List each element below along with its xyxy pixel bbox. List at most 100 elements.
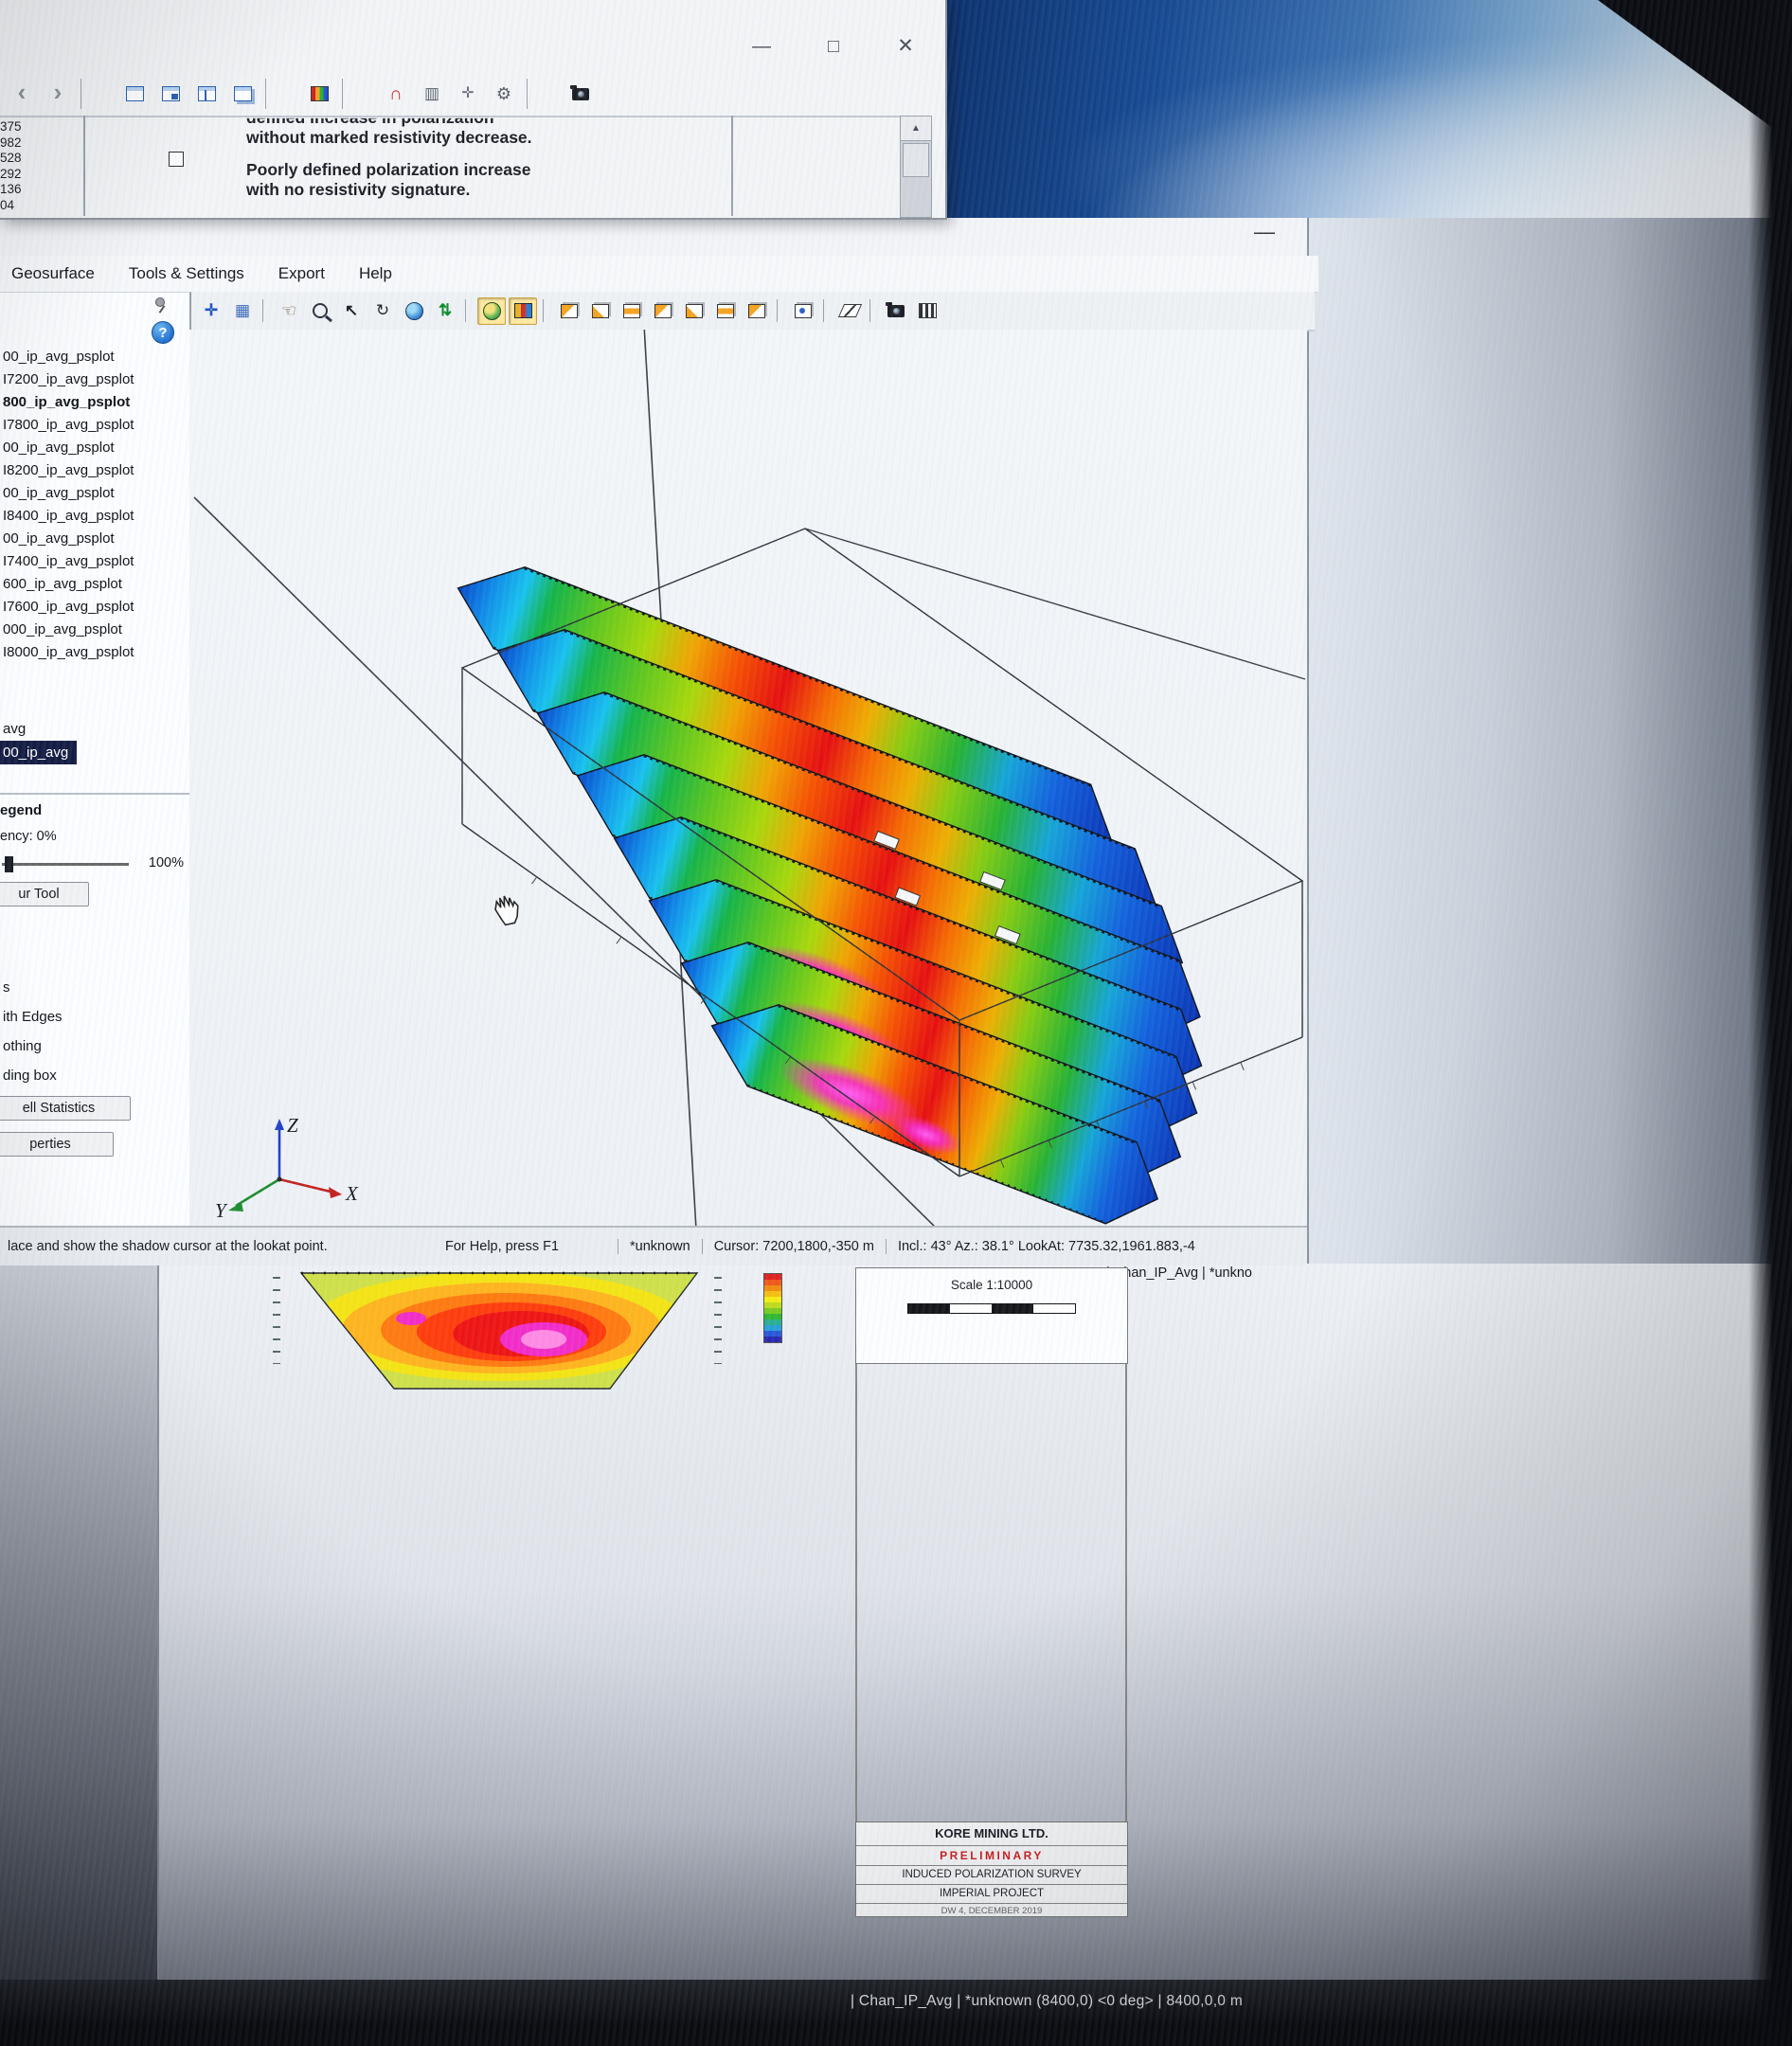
icon-glyph <box>717 303 734 318</box>
magnet-snap-icon[interactable] <box>380 78 412 110</box>
display-option[interactable]: s <box>0 973 63 1002</box>
group-item[interactable]: avg <box>0 717 26 741</box>
toolbar-separator <box>265 79 296 109</box>
close-button[interactable]: ✕ <box>888 32 923 61</box>
voxel-isosurface-icon[interactable] <box>743 297 771 325</box>
tree-item[interactable]: I7600_ip_avg_psplot <box>0 596 189 619</box>
help-icon[interactable]: ? <box>152 321 174 344</box>
voxel-chair-cut-icon[interactable] <box>680 297 708 325</box>
tree-item[interactable]: 600_ip_avg_psplot <box>0 573 189 596</box>
snapshot-camera-icon[interactable] <box>564 78 597 110</box>
window-tile-icon[interactable] <box>190 78 223 110</box>
tree-item[interactable]: 00_ip_avg_psplot <box>0 528 189 550</box>
tree-item[interactable]: I7800_ip_avg_psplot <box>0 414 189 437</box>
contour-tool-button[interactable]: ur Tool <box>0 882 89 906</box>
icon-glyph <box>205 302 218 319</box>
report-text-cut: defined increase in polarization <box>246 108 494 127</box>
voxel-slice-east-icon[interactable] <box>586 297 615 325</box>
slider-track[interactable] <box>2 863 129 866</box>
tree-item[interactable]: 800_ip_avg_psplot <box>0 391 189 414</box>
nav-back-icon[interactable] <box>6 78 38 110</box>
animation-film-icon[interactable] <box>913 297 941 325</box>
select-lasso-icon[interactable] <box>368 297 397 325</box>
report-text-block: defined increase in polarization without… <box>246 108 725 200</box>
voxel-shell-icon[interactable] <box>711 297 740 325</box>
shadow-cursor-icon[interactable] <box>197 297 225 325</box>
page-layout-icon[interactable] <box>228 297 257 325</box>
scale-bar <box>907 1303 1076 1314</box>
toolbar-separator <box>823 299 830 322</box>
fence-diagram-svg: Z X Y <box>193 324 1306 1230</box>
window-new-icon[interactable] <box>154 78 187 110</box>
tree-item[interactable]: I8200_ip_avg_psplot <box>0 459 189 482</box>
voxel-box-icon[interactable] <box>555 297 583 325</box>
scale-panel: Scale 1:10000 <box>855 1267 1128 1364</box>
sheet-frame-line <box>1125 1364 1127 1822</box>
snapshot-camera-icon[interactable] <box>882 297 910 325</box>
window-map-icon[interactable] <box>118 78 151 110</box>
scroll-up-arrow-icon[interactable]: ▲ <box>901 117 931 141</box>
voxel-slice-north-icon[interactable] <box>618 297 646 325</box>
scrollbar[interactable]: ▲ <box>900 116 932 218</box>
properties-button[interactable]: perties <box>0 1132 114 1157</box>
voxel-slice-depth-icon[interactable] <box>649 297 677 325</box>
status-view-orientation: Incl.: 43° Az.: 38.1° LookAt: 7735.32,19… <box>885 1239 1307 1254</box>
add-marker-icon[interactable] <box>452 78 484 110</box>
report-checkbox[interactable] <box>169 152 184 167</box>
bottom-status-strip: | Chan_IP_Avg | *unknown (8400,0) <0 deg… <box>0 1980 1792 2046</box>
select-marquee-icon[interactable] <box>337 297 366 325</box>
menu-item[interactable]: Help <box>359 264 392 283</box>
3d-fence-view[interactable]: Z X Y <box>189 324 1307 1230</box>
row-number: 375 <box>0 119 22 134</box>
texture-view-icon[interactable] <box>509 296 537 325</box>
monitor-photo: — □ ✕ 37598252829213604 defined increase… <box>0 0 1792 2046</box>
tree-item[interactable]: I7400_ip_avg_psplot <box>0 550 189 573</box>
tree-item[interactable]: I7200_ip_avg_psplot <box>0 368 189 391</box>
zoom-icon[interactable] <box>306 297 334 325</box>
nav-forward-icon[interactable] <box>42 78 74 110</box>
display-option[interactable]: ith Edges <box>0 1002 63 1032</box>
grid-lines-icon[interactable] <box>416 78 448 110</box>
tree-item[interactable]: I8000_ip_avg_psplot <box>0 641 189 664</box>
tick-marks-right <box>714 1277 722 1364</box>
tree-item[interactable]: 00_ip_avg_psplot <box>0 346 189 368</box>
report-window: — □ ✕ 37598252829213604 defined increase… <box>0 0 947 220</box>
row-number: 136 <box>0 182 22 196</box>
scale-label: Scale 1:10000 <box>950 1278 1033 1292</box>
icon-glyph <box>482 301 501 320</box>
axis-triad: Z X Y <box>215 1114 359 1222</box>
menu-item[interactable]: Geosurface <box>11 264 95 283</box>
color-legend-icon[interactable] <box>303 78 335 110</box>
group-item[interactable]: 00_ip_avg <box>0 741 78 764</box>
tree-item[interactable]: 00_ip_avg_psplot <box>0 437 189 459</box>
menu-item[interactable]: Tools & Settings <box>129 264 244 283</box>
clip-plane-icon[interactable] <box>835 297 864 325</box>
orientation-cube-icon[interactable] <box>789 297 817 325</box>
pin-icon[interactable] <box>153 296 169 314</box>
app-minimize-button[interactable]: — <box>1254 220 1275 244</box>
maximize-button[interactable]: □ <box>816 32 851 61</box>
settings-gear-icon[interactable] <box>488 78 520 110</box>
axis-x-label: X <box>345 1182 359 1205</box>
display-option[interactable]: ding box <box>0 1061 63 1090</box>
window-cascade-icon[interactable] <box>226 78 259 110</box>
minimize-button[interactable]: — <box>744 32 779 61</box>
pan-hand-icon[interactable] <box>275 297 303 325</box>
transparency-slider[interactable]: 100% <box>2 853 186 876</box>
shaded-view-icon[interactable] <box>477 296 506 325</box>
tree-item[interactable]: 000_ip_avg_psplot <box>0 619 189 641</box>
display-option[interactable]: othing <box>0 1032 63 1061</box>
scrollbar-thumb[interactable] <box>903 143 929 177</box>
toolbar-separator <box>527 79 558 109</box>
sheet-frame-line <box>855 1364 857 1822</box>
menu-item[interactable]: Export <box>278 264 325 283</box>
globe-view-icon[interactable] <box>400 297 428 325</box>
tree-item[interactable]: 00_ip_avg_psplot <box>0 482 189 505</box>
cell-statistics-button[interactable]: ell Statistics <box>0 1096 131 1121</box>
tree-item[interactable]: I8400_ip_avg_psplot <box>0 505 189 528</box>
tick-marks-left <box>273 1277 280 1364</box>
icon-glyph <box>886 301 905 317</box>
zoom-extents-icon[interactable] <box>431 297 459 325</box>
panel-divider <box>0 793 189 795</box>
slider-handle[interactable] <box>5 856 13 872</box>
